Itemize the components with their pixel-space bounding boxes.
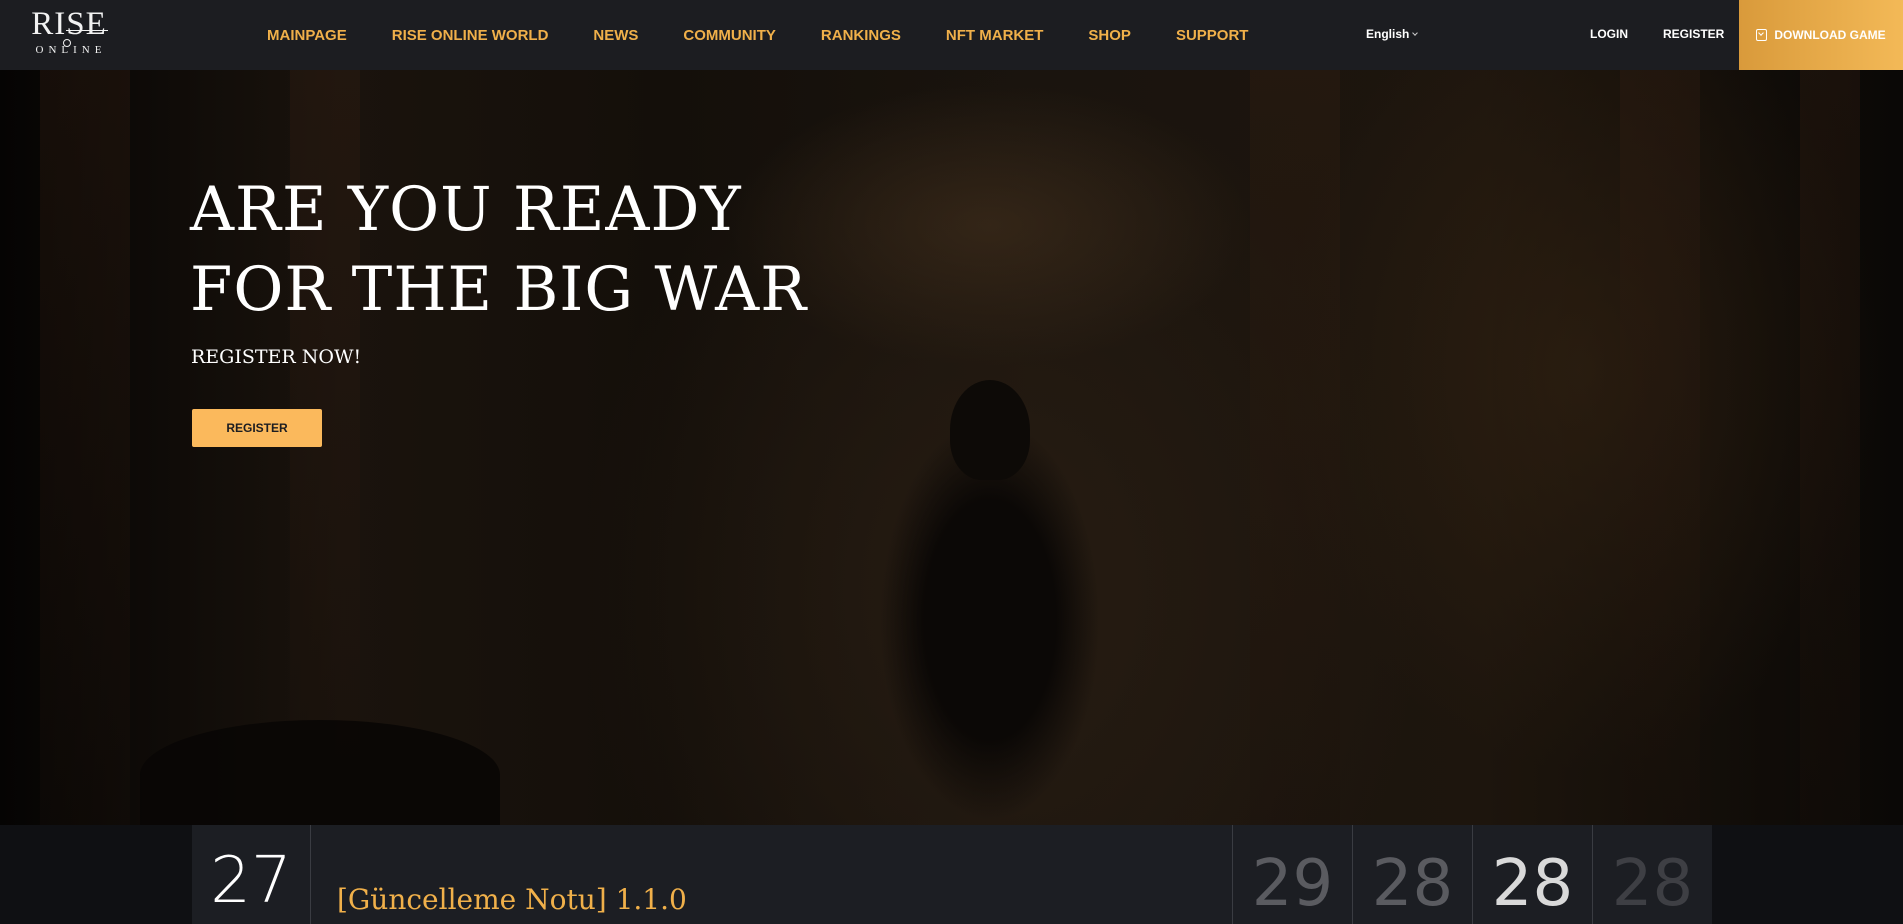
countdown-digit: 28 bbox=[1592, 825, 1712, 924]
register-link[interactable]: REGISTER bbox=[1663, 27, 1724, 41]
nav-rankings[interactable]: RANKINGS bbox=[821, 27, 901, 44]
download-game-label: DOWNLOAD GAME bbox=[1774, 28, 1886, 42]
download-game-button[interactable]: DOWNLOAD GAME bbox=[1739, 0, 1903, 70]
countdown-digit: 29 bbox=[1232, 825, 1352, 924]
hero-subtitle: REGISTER NOW! bbox=[191, 346, 362, 368]
news-title[interactable]: [Güncelleme Notu] 1.1.0 bbox=[337, 883, 687, 916]
hero-title-line-2: FOR THE BIG WAR bbox=[190, 254, 808, 325]
news-day: 27 bbox=[192, 825, 311, 924]
hero-register-button[interactable]: REGISTER bbox=[192, 409, 322, 447]
hero-banner: ARE YOU READY FOR THE BIG WAR REGISTER N… bbox=[0, 70, 1903, 825]
latest-news-card[interactable]: 27 [Güncelleme Notu] 1.1.0 29 28 28 28 bbox=[192, 825, 1712, 924]
logo-rule bbox=[66, 30, 108, 31]
news-strip: 27 [Güncelleme Notu] 1.1.0 29 28 28 28 bbox=[0, 825, 1903, 924]
hero-title: ARE YOU READY FOR THE BIG WAR bbox=[190, 170, 807, 330]
nav-nft-market[interactable]: NFT MARKET bbox=[946, 27, 1044, 44]
background-pillar bbox=[1620, 70, 1700, 825]
nav-community[interactable]: COMMUNITY bbox=[683, 27, 776, 44]
nav-support[interactable]: SUPPORT bbox=[1176, 27, 1249, 44]
logo-sub-wrap: ONLINE bbox=[26, 39, 112, 56]
chevron-down-icon bbox=[1412, 29, 1419, 36]
warrior-head-silhouette bbox=[950, 380, 1030, 480]
logo-ring-icon bbox=[63, 39, 71, 47]
rise-online-logo[interactable]: RISE ONLINE bbox=[26, 6, 112, 61]
site-header: RISE ONLINE MAINPAGE RISE ONLINE WORLD N… bbox=[0, 0, 1903, 70]
download-icon bbox=[1756, 29, 1768, 41]
language-label: English bbox=[1366, 27, 1410, 41]
nav-shop[interactable]: SHOP bbox=[1088, 27, 1131, 44]
nav-mainpage[interactable]: MAINPAGE bbox=[267, 27, 347, 44]
logo-main-text: RISE bbox=[31, 6, 107, 42]
language-selector[interactable]: English bbox=[1366, 27, 1419, 41]
background-pillar bbox=[1800, 70, 1860, 825]
logo-sub-text: ONLINE bbox=[35, 44, 107, 56]
background-pillar bbox=[1250, 70, 1340, 825]
hero-title-line-1: ARE YOU READY bbox=[190, 174, 742, 245]
countdown-digit: 28 bbox=[1352, 825, 1472, 924]
rubble-silhouette bbox=[140, 720, 500, 825]
nav-rise-online-world[interactable]: RISE ONLINE WORLD bbox=[392, 27, 549, 44]
nav-news[interactable]: NEWS bbox=[593, 27, 638, 44]
login-link[interactable]: LOGIN bbox=[1590, 27, 1628, 41]
main-nav: MAINPAGE RISE ONLINE WORLD NEWS COMMUNIT… bbox=[267, 0, 1293, 70]
countdown-digit: 28 bbox=[1472, 825, 1592, 924]
background-pillar bbox=[40, 70, 130, 825]
